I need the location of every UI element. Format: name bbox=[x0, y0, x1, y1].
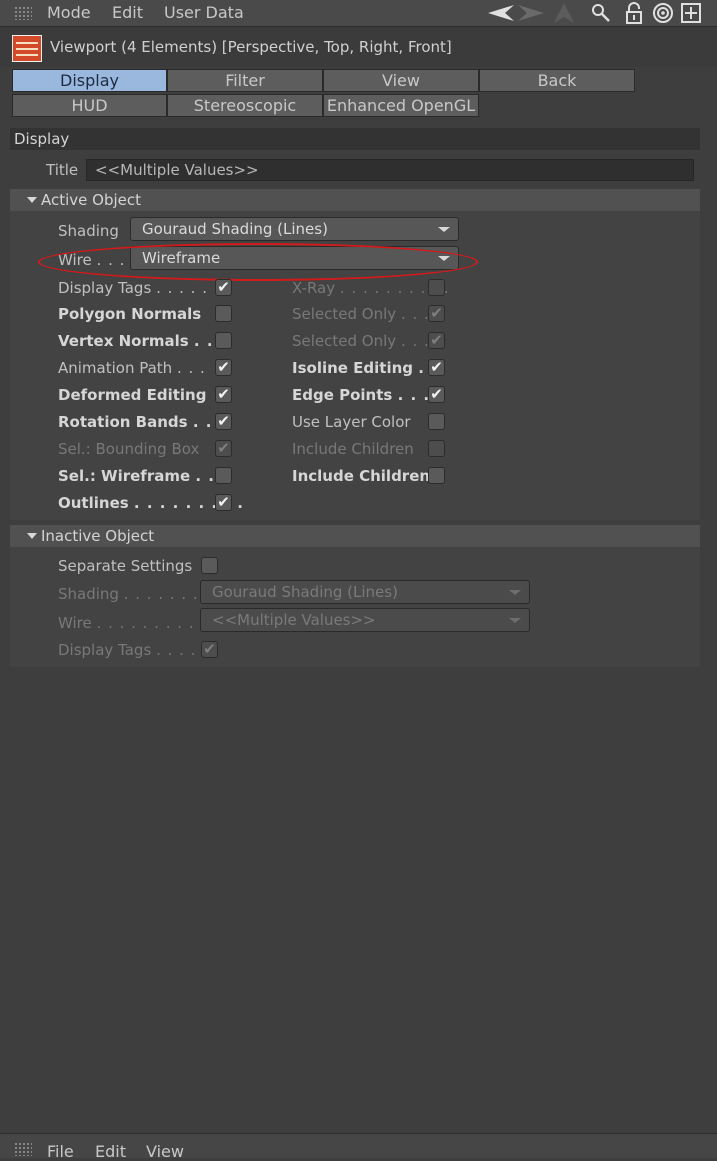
edge-points-checkbox[interactable]: ✔ bbox=[428, 386, 445, 403]
menu-file[interactable]: File bbox=[47, 1142, 74, 1161]
tab-back[interactable]: Back bbox=[479, 69, 635, 92]
menu-bar: Mode Edit User Data bbox=[0, 0, 717, 27]
inactive-shading-value: Gouraud Shading (Lines) bbox=[212, 583, 398, 601]
inactive-object-header[interactable]: Inactive Object bbox=[10, 525, 700, 547]
vertex-normals-label: Vertex Normals . . . bbox=[58, 332, 227, 350]
sel-bounding-box-checkbox[interactable]: ✔ bbox=[215, 440, 232, 457]
search-icon[interactable] bbox=[588, 0, 614, 26]
tab-stereoscopic[interactable]: Stereoscopic bbox=[167, 94, 323, 117]
include-children-checkbox-1[interactable] bbox=[428, 440, 445, 457]
grip-icon[interactable] bbox=[14, 6, 32, 20]
chevron-down-icon bbox=[509, 618, 521, 623]
back-arrow-icon[interactable] bbox=[486, 0, 516, 26]
inactive-shading-dropdown[interactable]: Gouraud Shading (Lines) bbox=[200, 580, 530, 604]
inactive-wire-dropdown[interactable]: <<Multiple Values>> bbox=[200, 608, 530, 632]
isoline-editing-label: Isoline Editing . . bbox=[292, 359, 437, 377]
display-section-header: Display bbox=[10, 128, 700, 150]
edge-points-label: Edge Points . . . . bbox=[292, 386, 444, 404]
lock-icon[interactable] bbox=[622, 0, 646, 26]
new-panel-icon[interactable] bbox=[679, 0, 703, 26]
tab-display[interactable]: Display bbox=[12, 69, 167, 92]
object-title: Viewport (4 Elements) [Perspective, Top,… bbox=[50, 38, 452, 56]
sel-bounding-box-label: Sel.: Bounding Box bbox=[58, 440, 200, 458]
red-highlight-ellipse bbox=[38, 243, 478, 281]
tab-hud[interactable]: HUD bbox=[12, 94, 167, 117]
display-tags-label: Display Tags . . . . . . bbox=[58, 279, 220, 297]
chevron-down-icon bbox=[438, 227, 450, 232]
include-children-label-2: Include Children bbox=[292, 467, 431, 485]
include-children-label-1: Include Children bbox=[292, 440, 414, 458]
animation-path-checkbox[interactable]: ✔ bbox=[215, 359, 232, 376]
forward-arrow-icon[interactable] bbox=[516, 0, 546, 26]
x-ray-checkbox[interactable] bbox=[428, 279, 445, 296]
title-label: Title bbox=[46, 161, 79, 179]
isoline-editing-checkbox[interactable]: ✔ bbox=[428, 359, 445, 376]
selected-only-label-2: Selected Only . . . bbox=[292, 332, 430, 350]
tab-view[interactable]: View bbox=[323, 69, 479, 92]
shading-dropdown[interactable]: Gouraud Shading (Lines) bbox=[130, 217, 459, 241]
shading-label: Shading bbox=[58, 222, 119, 240]
chevron-down-icon bbox=[509, 590, 521, 595]
target-icon[interactable] bbox=[650, 0, 676, 26]
include-children-checkbox-2[interactable] bbox=[428, 467, 445, 484]
active-object-title: Active Object bbox=[41, 191, 142, 209]
shading-value: Gouraud Shading (Lines) bbox=[142, 220, 328, 238]
polygon-normals-checkbox[interactable] bbox=[215, 305, 232, 322]
inactive-wire-label: Wire . . . . . . . . . . bbox=[58, 614, 207, 632]
deformed-editing-checkbox[interactable]: ✔ bbox=[215, 386, 232, 403]
use-layer-color-checkbox[interactable] bbox=[428, 413, 445, 430]
inactive-display-tags-checkbox[interactable]: ✔ bbox=[201, 641, 218, 658]
polygon-normals-label: Polygon Normals bbox=[58, 305, 202, 323]
menu-edit-bottom[interactable]: Edit bbox=[95, 1142, 126, 1161]
inactive-shading-label: Shading . . . . . . . bbox=[58, 585, 199, 603]
inactive-wire-value: <<Multiple Values>> bbox=[212, 611, 376, 629]
separate-settings-checkbox[interactable] bbox=[201, 557, 218, 574]
rotation-bands-label: Rotation Bands . . . bbox=[58, 413, 226, 431]
inactive-display-tags-label: Display Tags . . . . bbox=[58, 641, 197, 659]
selected-only-label-1: Selected Only . . . bbox=[292, 305, 430, 323]
selected-only-checkbox-2[interactable]: ✔ bbox=[428, 332, 445, 349]
up-arrow-icon[interactable] bbox=[550, 0, 578, 26]
deformed-editing-label: Deformed Editing bbox=[58, 386, 207, 404]
outlines-checkbox[interactable]: ✔ bbox=[215, 494, 232, 511]
x-ray-label: X-Ray . . . . . . . . . . bbox=[292, 279, 450, 297]
rotation-bands-checkbox[interactable]: ✔ bbox=[215, 413, 232, 430]
display-tags-checkbox[interactable]: ✔ bbox=[215, 279, 232, 296]
collapse-triangle-icon[interactable] bbox=[26, 530, 38, 542]
animation-path-label: Animation Path . . . bbox=[58, 359, 206, 377]
inactive-object-title: Inactive Object bbox=[41, 527, 155, 545]
collapse-triangle-icon[interactable] bbox=[26, 194, 38, 206]
bottom-menu-bar: File Edit View bbox=[0, 1133, 717, 1161]
tab-enhanced-opengl[interactable]: Enhanced OpenGL bbox=[323, 94, 479, 117]
vertex-normals-checkbox[interactable] bbox=[215, 332, 232, 349]
menu-edit[interactable]: Edit bbox=[112, 3, 143, 22]
display-section-title: Display bbox=[14, 130, 70, 148]
menu-view[interactable]: View bbox=[146, 1142, 184, 1161]
active-object-header[interactable]: Active Object bbox=[10, 189, 700, 211]
use-layer-color-label: Use Layer Color bbox=[292, 413, 411, 431]
tab-filter[interactable]: Filter bbox=[167, 69, 323, 92]
separate-settings-label: Separate Settings bbox=[58, 557, 193, 575]
sel-wireframe-label: Sel.: Wireframe . . . bbox=[58, 467, 228, 485]
menu-mode[interactable]: Mode bbox=[47, 3, 91, 22]
menu-user-data[interactable]: User Data bbox=[164, 3, 244, 22]
viewport-object-icon bbox=[12, 35, 42, 62]
title-field[interactable]: <<Multiple Values>> bbox=[86, 159, 694, 181]
grip-icon[interactable] bbox=[14, 1142, 32, 1156]
sel-wireframe-checkbox[interactable] bbox=[215, 467, 232, 484]
selected-only-checkbox-1[interactable]: ✔ bbox=[428, 305, 445, 322]
